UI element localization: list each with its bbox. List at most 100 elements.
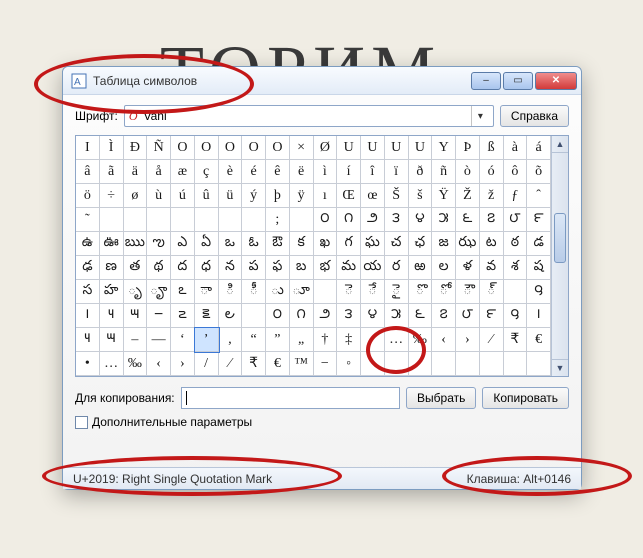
char-cell[interactable]: ఌ xyxy=(147,232,171,256)
char-cell[interactable]: ఠ xyxy=(504,232,528,256)
char-cell[interactable]: ే xyxy=(361,280,385,304)
char-cell[interactable]: ⁄ xyxy=(480,328,504,352)
char-cell[interactable]: ౄ xyxy=(147,280,171,304)
char-cell[interactable]: ˆ xyxy=(527,184,551,208)
char-cell[interactable]: మ xyxy=(337,256,361,280)
char-cell[interactable]: ; xyxy=(266,208,290,232)
char-cell[interactable]: ౫ xyxy=(385,304,409,328)
char-cell[interactable]: ÷ xyxy=(100,184,124,208)
char-cell[interactable]: ఏ xyxy=(195,232,219,256)
char-cell[interactable] xyxy=(361,352,385,376)
char-cell[interactable]: ౺ xyxy=(100,304,124,328)
char-cell[interactable] xyxy=(314,280,338,304)
char-cell[interactable]: ë xyxy=(290,160,314,184)
close-button[interactable]: ✕ xyxy=(535,72,577,90)
char-cell[interactable]: ౽ xyxy=(171,304,195,328)
char-cell[interactable]: • xyxy=(76,352,100,376)
char-cell[interactable]: ö xyxy=(76,184,100,208)
char-cell[interactable]: థ xyxy=(147,256,171,280)
char-cell[interactable]: ç xyxy=(195,160,219,184)
char-cell[interactable]: వ xyxy=(480,256,504,280)
char-cell[interactable]: † xyxy=(314,328,338,352)
char-cell[interactable]: Ñ xyxy=(147,136,171,160)
char-cell[interactable] xyxy=(504,280,528,304)
char-cell[interactable] xyxy=(409,352,433,376)
char-cell[interactable]: ౦ xyxy=(314,208,338,232)
char-cell[interactable]: ల xyxy=(432,256,456,280)
copy-input[interactable] xyxy=(181,387,400,409)
char-cell[interactable]: ి xyxy=(219,280,243,304)
char-cell[interactable]: ప xyxy=(242,256,266,280)
char-cell[interactable]: š xyxy=(409,184,433,208)
char-cell[interactable]: ీ xyxy=(242,280,266,304)
char-cell[interactable]: è xyxy=(219,160,243,184)
char-cell[interactable]: స xyxy=(76,280,100,304)
char-cell[interactable]: I xyxy=(76,136,100,160)
char-cell[interactable]: Š xyxy=(385,184,409,208)
char-cell[interactable]: Ÿ xyxy=(432,184,456,208)
char-cell[interactable]: శ xyxy=(504,256,528,280)
char-cell[interactable]: € xyxy=(266,352,290,376)
char-cell[interactable]: జ xyxy=(432,232,456,256)
char-cell[interactable]: − xyxy=(314,352,338,376)
char-cell[interactable] xyxy=(195,208,219,232)
char-cell[interactable]: Ð xyxy=(124,136,148,160)
char-cell[interactable] xyxy=(242,304,266,328)
char-cell[interactable]: ొ xyxy=(409,280,433,304)
scroll-down-icon[interactable]: ▼ xyxy=(552,359,568,376)
char-cell[interactable]: ◦ xyxy=(337,352,361,376)
char-cell[interactable]: ౼ xyxy=(147,304,171,328)
char-cell[interactable]: ర xyxy=(385,256,409,280)
char-cell[interactable] xyxy=(100,208,124,232)
char-cell[interactable]: ú xyxy=(171,184,195,208)
char-cell[interactable]: ౸ xyxy=(527,280,551,304)
char-cell[interactable]: ట xyxy=(480,232,504,256)
char-cell[interactable]: ఔ xyxy=(266,232,290,256)
char-cell[interactable]: U xyxy=(361,136,385,160)
char-cell[interactable]: … xyxy=(385,328,409,352)
char-cell[interactable]: ఽ xyxy=(171,280,195,304)
char-cell[interactable]: ù xyxy=(147,184,171,208)
char-cell[interactable]: ౌ xyxy=(456,280,480,304)
char-cell[interactable]: Ì xyxy=(100,136,124,160)
char-cell[interactable]: ద xyxy=(171,256,195,280)
char-cell[interactable]: చ xyxy=(385,232,409,256)
advanced-checkbox[interactable] xyxy=(75,416,88,429)
char-cell[interactable]: ౩ xyxy=(385,208,409,232)
scroll-up-icon[interactable]: ▲ xyxy=(552,136,568,153)
char-cell[interactable]: “ xyxy=(242,328,266,352)
char-cell[interactable]: ౬ xyxy=(456,208,480,232)
char-cell[interactable]: ౫ xyxy=(432,208,456,232)
char-cell[interactable]: ‰ xyxy=(124,352,148,376)
char-grid[interactable]: IÌÐÑOOOOO×ØUUUUYÞßàáâãäåæçèéêëìíîïðñòóôõ… xyxy=(76,136,551,376)
char-cell[interactable]: ఱ xyxy=(409,256,433,280)
char-cell[interactable] xyxy=(147,208,171,232)
char-cell[interactable]: • xyxy=(361,328,385,352)
char-cell[interactable]: ో xyxy=(432,280,456,304)
char-cell[interactable]: U xyxy=(385,136,409,160)
char-cell[interactable]: / xyxy=(195,352,219,376)
char-cell[interactable]: ౦ xyxy=(266,304,290,328)
char-cell[interactable]: O xyxy=(242,136,266,160)
char-cell[interactable]: € xyxy=(527,328,551,352)
char-cell[interactable] xyxy=(171,208,195,232)
char-cell[interactable]: ౻ xyxy=(100,328,124,352)
char-cell[interactable]: › xyxy=(171,352,195,376)
char-cell[interactable]: ా xyxy=(195,280,219,304)
char-cell[interactable]: ై xyxy=(385,280,409,304)
char-cell[interactable]: ₹ xyxy=(242,352,266,376)
char-cell[interactable]: ఝ xyxy=(456,232,480,256)
char-cell[interactable]: ౹ xyxy=(76,304,100,328)
char-cell[interactable]: õ xyxy=(527,160,551,184)
char-cell[interactable]: ౨ xyxy=(314,304,338,328)
char-cell[interactable]: ô xyxy=(504,160,528,184)
char-cell[interactable]: ఋ xyxy=(124,232,148,256)
char-cell[interactable]: ఘ xyxy=(361,232,385,256)
char-cell[interactable]: ఛ xyxy=(409,232,433,256)
char-cell[interactable] xyxy=(124,208,148,232)
char-cell[interactable]: ణ xyxy=(100,256,124,280)
char-cell[interactable]: య xyxy=(361,256,385,280)
char-cell[interactable]: ˜ xyxy=(76,208,100,232)
char-cell[interactable]: à xyxy=(504,136,528,160)
char-cell[interactable]: ‰ xyxy=(409,328,433,352)
